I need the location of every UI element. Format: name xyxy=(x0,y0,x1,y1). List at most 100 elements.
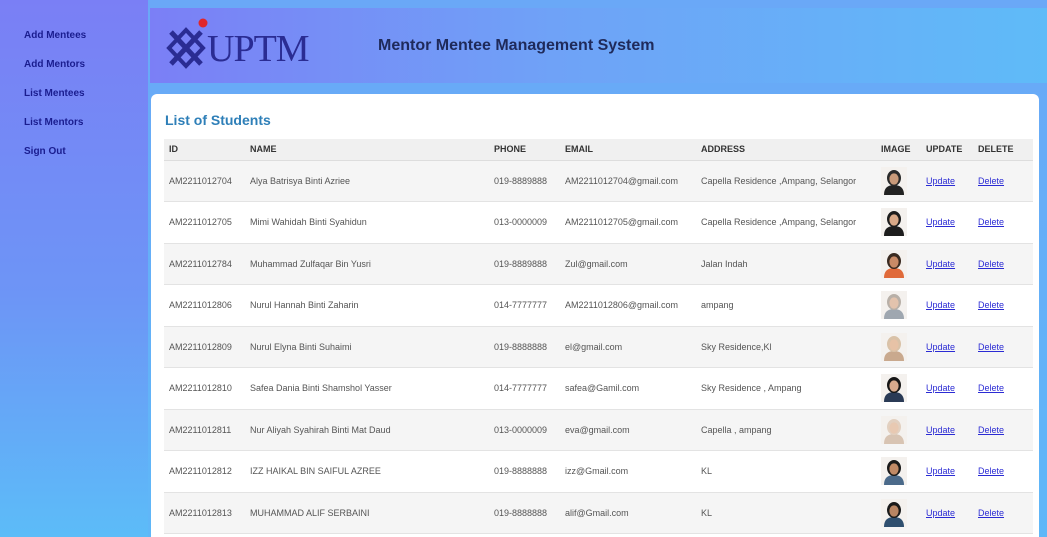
cell-email: AM2211012806@gmail.com xyxy=(560,284,696,327)
cell-delete: Delete xyxy=(973,450,1033,493)
update-link[interactable]: Update xyxy=(926,383,955,393)
cell-delete: Delete xyxy=(973,367,1033,410)
cell-delete: Delete xyxy=(973,409,1033,451)
uptm-logo: UPTM xyxy=(163,12,310,70)
update-link[interactable]: Update xyxy=(926,259,955,269)
cell-image xyxy=(876,243,921,285)
sidebar-item-list-mentees[interactable]: List Mentees xyxy=(0,88,148,117)
column-header-email: EMAIL xyxy=(560,139,696,161)
cell-phone: 019-8888888 xyxy=(489,326,560,368)
cell-delete: Delete xyxy=(973,492,1033,534)
student-photo xyxy=(881,249,907,278)
delete-link[interactable]: Delete xyxy=(978,466,1004,476)
cell-name: Muhammad Zulfaqar Bin Yusri xyxy=(245,243,489,285)
cell-image xyxy=(876,492,921,534)
cell-address: KL xyxy=(696,450,876,493)
cell-id: AM2211012813 xyxy=(164,492,245,534)
cell-email: eva@gmail.com xyxy=(560,409,696,451)
cell-name: Alya Batrisya Binti Azriee xyxy=(245,160,489,202)
update-link[interactable]: Update xyxy=(926,342,955,352)
sidebar-item-list-mentors[interactable]: List Mentors xyxy=(0,117,148,146)
delete-link[interactable]: Delete xyxy=(978,300,1004,310)
column-header-name: NAME xyxy=(245,139,489,161)
cell-id: AM2211012809 xyxy=(164,326,245,368)
cell-delete: Delete xyxy=(973,201,1033,244)
header: UPTM Mentor Mentee Management System xyxy=(150,8,1047,83)
student-photo xyxy=(881,332,907,361)
cell-id: AM2211012806 xyxy=(164,284,245,327)
cell-phone: 019-8889888 xyxy=(489,243,560,285)
update-link[interactable]: Update xyxy=(926,300,955,310)
cell-id: AM2211012811 xyxy=(164,409,245,451)
cell-address: Capella , ampang xyxy=(696,409,876,451)
student-photo xyxy=(881,291,907,320)
update-link[interactable]: Update xyxy=(926,466,955,476)
cell-email: safea@Gamil.com xyxy=(560,367,696,410)
cell-update: Update xyxy=(921,284,973,327)
logo-emblem-icon xyxy=(166,18,208,69)
delete-link[interactable]: Delete xyxy=(978,508,1004,518)
cell-email: izz@Gmail.com xyxy=(560,450,696,493)
update-link[interactable]: Update xyxy=(926,425,955,435)
cell-update: Update xyxy=(921,326,973,368)
cell-email: Zul@gmail.com xyxy=(560,243,696,285)
cell-image xyxy=(876,326,921,368)
column-header-image: IMAGE xyxy=(876,139,921,161)
cell-name: Nur Aliyah Syahirah Binti Mat Daud xyxy=(245,409,489,451)
sidebar-item-sign-out[interactable]: Sign Out xyxy=(0,146,148,175)
delete-link[interactable]: Delete xyxy=(978,217,1004,227)
cell-name: MUHAMMAD ALIF SERBAINI xyxy=(245,492,489,534)
cell-address: ampang xyxy=(696,284,876,327)
delete-link[interactable]: Delete xyxy=(978,383,1004,393)
delete-link[interactable]: Delete xyxy=(978,425,1004,435)
cell-name: Mimi Wahidah Binti Syahidun xyxy=(245,201,489,244)
cell-email: alif@Gmail.com xyxy=(560,492,696,534)
cell-image xyxy=(876,284,921,327)
cell-id: AM2211012812 xyxy=(164,450,245,493)
cell-phone: 019-8888888 xyxy=(489,492,560,534)
student-photo xyxy=(881,374,907,403)
page-title: Mentor Mentee Management System xyxy=(378,37,655,54)
update-link[interactable]: Update xyxy=(926,217,955,227)
cell-image xyxy=(876,201,921,244)
sidebar-item-add-mentees[interactable]: Add Mentees xyxy=(0,30,148,59)
update-link[interactable]: Update xyxy=(926,176,955,186)
cell-id: AM2211012784 xyxy=(164,243,245,285)
column-header-phone: PHONE xyxy=(489,139,560,161)
student-photo xyxy=(881,166,907,195)
students-table: ID NAME PHONE EMAIL ADDRESS IMAGE UPDATE… xyxy=(164,139,1033,534)
table-row: AM2211012705 Mimi Wahidah Binti Syahidun 0… xyxy=(164,201,1033,244)
column-header-address: ADDRESS xyxy=(696,139,876,161)
cell-delete: Delete xyxy=(973,284,1033,327)
cell-address: KL xyxy=(696,492,876,534)
table-row: AM2211012813 MUHAMMAD ALIF SERBAINI 019-88… xyxy=(164,492,1033,534)
cell-update: Update xyxy=(921,367,973,410)
cell-email: AM2211012705@gmail.com xyxy=(560,201,696,244)
logo-text: UPTM xyxy=(207,28,310,70)
delete-link[interactable]: Delete xyxy=(978,259,1004,269)
list-heading: List of Students xyxy=(165,112,271,128)
cell-phone: 014-7777777 xyxy=(489,284,560,327)
table-row: AM2211012810 Safea Dania Binti Shamshol Y… xyxy=(164,367,1033,410)
cell-id: AM2211012810 xyxy=(164,367,245,410)
students-panel: List of Students ID NAME PHONE EMAIL ADD… xyxy=(151,94,1039,537)
cell-id: AM2211012705 xyxy=(164,201,245,244)
column-header-id: ID xyxy=(164,139,245,161)
cell-address: Capella Residence ,Ampang, Selangor xyxy=(696,160,876,202)
cell-delete: Delete xyxy=(973,243,1033,285)
delete-link[interactable]: Delete xyxy=(978,176,1004,186)
table-header-row: ID NAME PHONE EMAIL ADDRESS IMAGE UPDATE… xyxy=(164,139,1033,161)
table-row: AM2211012811 Nur Aliyah Syahirah Binti Ma… xyxy=(164,409,1033,451)
cell-image xyxy=(876,367,921,410)
column-header-update: UPDATE xyxy=(921,139,973,161)
table-row: AM2211012704 Alya Batrisya Binti Azriee 01… xyxy=(164,160,1033,202)
cell-update: Update xyxy=(921,243,973,285)
delete-link[interactable]: Delete xyxy=(978,342,1004,352)
update-link[interactable]: Update xyxy=(926,508,955,518)
cell-email: el@gmail.com xyxy=(560,326,696,368)
cell-delete: Delete xyxy=(973,160,1033,202)
cell-update: Update xyxy=(921,492,973,534)
cell-phone: 013-0000009 xyxy=(489,201,560,244)
sidebar-item-add-mentors[interactable]: Add Mentors xyxy=(0,59,148,88)
cell-address: Jalan Indah xyxy=(696,243,876,285)
